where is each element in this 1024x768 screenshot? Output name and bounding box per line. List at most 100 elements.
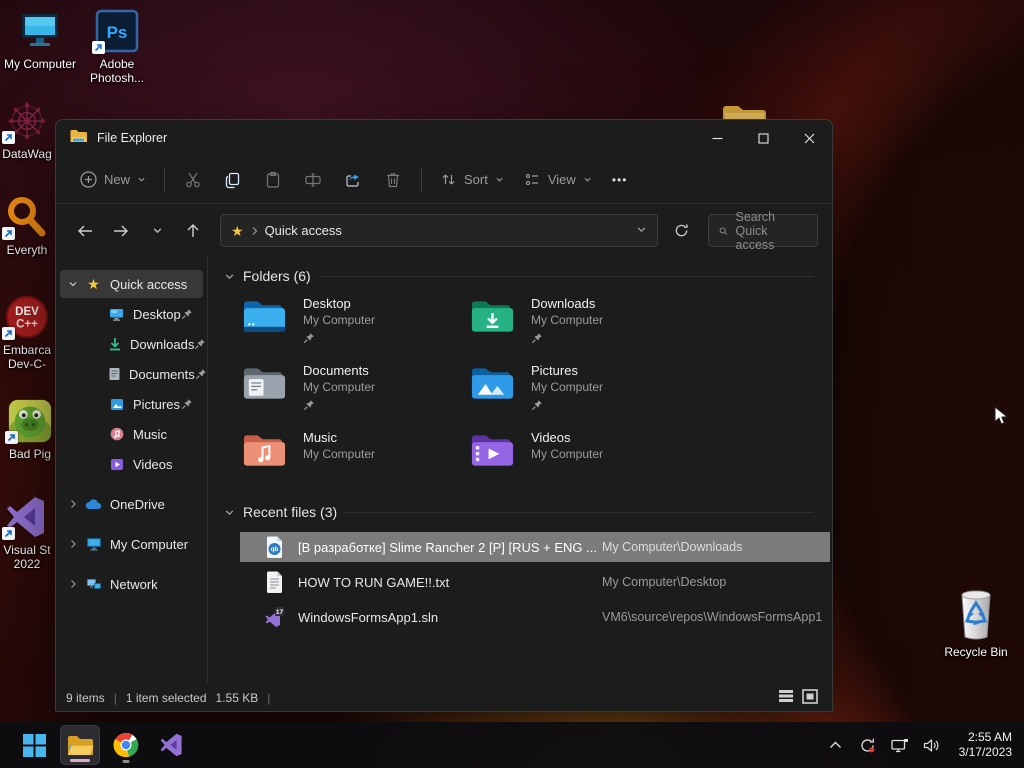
recent-file-row[interactable]: HOW TO RUN GAME!!.txt My Computer\Deskto… [240,567,830,597]
recent-file-location: My Computer\Desktop [602,575,727,589]
large-icons-view-button[interactable] [802,688,818,707]
torrent-file-icon: qb [262,536,286,559]
more-options-button[interactable]: ••• [602,167,638,193]
desktop-icon-label: Everyth [6,243,48,257]
svg-text:17: 17 [276,609,284,616]
search-icon [719,226,728,235]
recent-files-section-header[interactable]: Recent files (3) [224,504,832,520]
pin-icon [531,331,603,349]
close-button[interactable] [786,120,832,156]
chevron-right-icon[interactable] [66,539,80,549]
address-bar-row: ★ Quick access Search Quick access [56,204,832,257]
shortcut-arrow-icon [2,131,15,144]
svg-text:DEV: DEV [15,306,39,318]
visual-studio-icon [160,733,182,757]
folder-tile-desktop[interactable]: Desktop My Computer [241,296,469,349]
start-button[interactable] [14,725,54,765]
rename-button[interactable] [293,163,333,197]
tray-update-icon[interactable] [857,734,879,756]
sidebar-item-documents[interactable]: Documents [60,360,206,388]
sidebar-item-music[interactable]: Music [60,420,203,448]
chevron-right-icon[interactable] [66,499,80,509]
breadcrumb-path: Quick access [264,223,342,238]
quick-access-star-icon: ★ [231,222,244,239]
recycle-bin-icon [953,586,999,642]
folder-tile-pictures[interactable]: Pictures My Computer [469,363,697,416]
clock-date: 3/17/2023 [958,745,1012,759]
folders-grid: Desktop My Computer Downloads My Compute… [241,296,832,480]
maximize-button[interactable] [740,120,786,156]
devcpp-icon: DEV C++ [2,294,50,340]
chevron-right-icon[interactable] [66,579,80,589]
windows-logo-icon [22,733,46,757]
folder-tile-videos[interactable]: Videos My Computer [469,430,697,480]
copy-button[interactable] [213,163,253,197]
refresh-button[interactable] [666,216,696,246]
taskbar-visual-studio-button[interactable] [152,725,192,765]
pin-icon [181,308,193,320]
recent-file-row[interactable]: 17 WindowsFormsApp1.sln VM6\source\repos… [240,602,830,632]
tray-network-icon[interactable] [889,734,911,756]
desktop-icon-photoshop[interactable]: Ps Adobe Photosh... [78,8,156,85]
desktop-icon-label: Visual St [3,543,51,557]
desktop-icon-my-computer[interactable]: My Computer [1,8,79,71]
recent-files-list: qb [В разработке] Slime Rancher 2 [P] [R… [240,532,830,632]
sidebar-item-my-computer[interactable]: My Computer [60,530,203,558]
sidebar-item-downloads[interactable]: Downloads [60,330,206,358]
back-button[interactable] [70,216,100,246]
navigation-pane: ★ Quick access Desktop Downloads Documen… [56,256,208,684]
taskbar-file-explorer-button[interactable] [60,725,100,765]
view-button[interactable]: View [514,165,602,194]
svg-text:qb: qb [270,546,278,553]
forward-button[interactable] [106,216,136,246]
details-view-button[interactable] [778,689,794,706]
mouse-cursor [994,405,1009,431]
network-mini-icon [85,577,102,591]
sidebar-item-pictures[interactable]: Pictures [60,390,203,418]
share-button[interactable] [333,163,373,197]
tray-volume-icon[interactable] [921,734,943,756]
toolbar-separator [421,167,423,192]
folder-tile-downloads[interactable]: Downloads My Computer [469,296,697,349]
taskbar-chrome-button[interactable] [106,725,146,765]
sidebar-item-network[interactable]: Network [60,570,203,598]
view-icon [525,173,538,186]
desktop-icon-recycle-bin[interactable]: Recycle Bin [937,586,1015,659]
sidebar-item-onedrive[interactable]: OneDrive [60,490,203,518]
items-view: Folders (6) Desktop My Computer Download… [208,256,832,684]
delete-button[interactable] [373,163,413,197]
cut-button[interactable] [173,163,213,197]
address-field[interactable]: ★ Quick access [220,214,658,247]
folders-section-header[interactable]: Folders (6) [224,268,832,284]
desktop-icon-label: My Computer [3,57,77,71]
tray-chevron-up-icon[interactable] [825,734,847,756]
pin-icon [303,398,375,416]
folder-tile-music[interactable]: Music My Computer [241,430,469,480]
svg-text:Ps: Ps [107,23,128,42]
folder-tile-documents[interactable]: Documents My Computer [241,363,469,416]
window-titlebar[interactable]: File Explorer [56,120,832,156]
desktop-icon-label: DataWag [2,147,52,161]
pin-icon [194,338,206,350]
sidebar-item-quick-access[interactable]: ★ Quick access [60,270,203,298]
search-box[interactable]: Search Quick access [708,210,818,252]
sidebar-item-desktop[interactable]: Desktop [60,300,203,328]
up-button[interactable] [178,216,208,246]
desktop-icon-label: Recycle Bin [944,645,1008,659]
window-folder-icon [70,129,87,148]
running-app-indicator [122,760,130,763]
bad-piggies-icon [5,398,53,444]
sidebar-item-videos[interactable]: Videos [60,450,203,478]
minimize-button[interactable] [694,120,740,156]
chevron-down-icon[interactable] [66,279,80,289]
address-dropdown-icon[interactable] [636,222,647,240]
recent-locations-button[interactable] [142,216,172,246]
recent-file-location: VM6\source\repos\WindowsFormsApp1 [602,610,823,624]
taskbar-clock[interactable]: 2:55 AM 3/17/2023 [959,730,1012,760]
computer-mini-icon [85,537,102,551]
recent-file-row-selected[interactable]: qb [В разработке] Slime Rancher 2 [P] [R… [240,532,830,562]
paste-button[interactable] [253,163,293,197]
new-button[interactable]: New [70,165,156,194]
sort-button[interactable]: Sort [430,165,514,194]
chevron-down-icon [584,177,591,182]
